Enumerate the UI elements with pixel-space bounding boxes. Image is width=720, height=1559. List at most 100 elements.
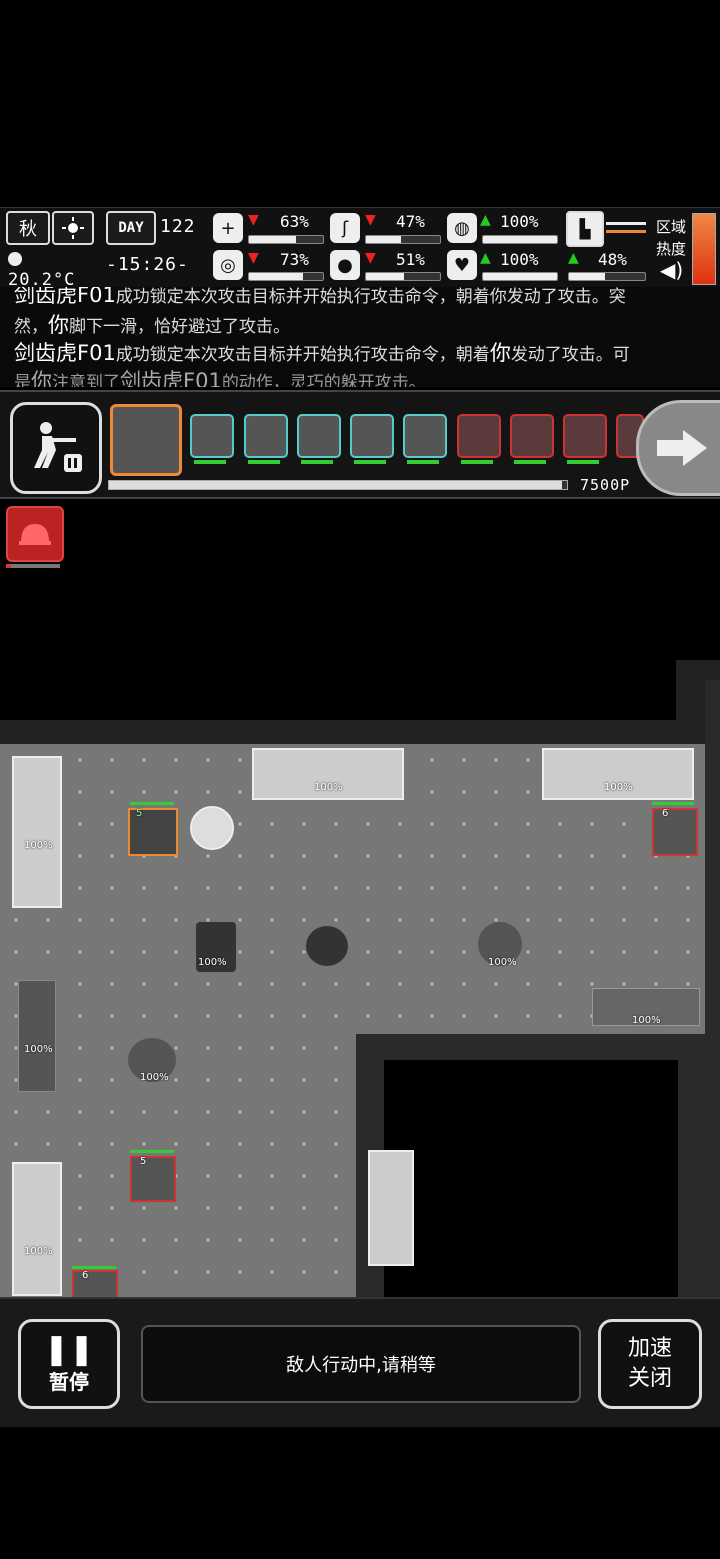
- brain-icon[interactable]: ◎: [213, 250, 243, 280]
- water-drop-icon[interactable]: ●: [330, 250, 360, 280]
- stamina-value: 48%: [598, 250, 627, 269]
- log-line-2: 然，你脚下一滑，恰好避过了攻击。: [14, 313, 290, 337]
- enemy-unit[interactable]: 5: [130, 1156, 176, 1202]
- sanity-bar: [248, 272, 324, 281]
- medkit-icon[interactable]: +: [213, 213, 243, 243]
- pause-button[interactable]: ❚❚ 暂停: [18, 1319, 120, 1409]
- log-line-3: 剑齿虎F01成功锁定本次攻击目标并开始执行攻击命令，朝着你发动了攻击。可: [14, 341, 630, 365]
- season-badge: 秋: [6, 211, 50, 245]
- enemy-hp-bar: [461, 460, 493, 464]
- health-value: 63%: [280, 212, 309, 231]
- enemy-portrait[interactable]: [563, 414, 607, 458]
- soldier-icon: [34, 422, 82, 472]
- bed[interactable]: [12, 1162, 62, 1296]
- immunity-value: 100%: [500, 212, 539, 231]
- ally-portrait[interactable]: [297, 414, 341, 458]
- ally-hp-bar: [407, 460, 439, 464]
- speed-state-label: 关闭: [627, 1366, 672, 1391]
- enemy-portrait[interactable]: [510, 414, 554, 458]
- heat-label: 热度: [656, 240, 687, 258]
- ally-portrait[interactable]: [350, 414, 394, 458]
- turn-status-text: 敌人行动中,请稍等: [286, 1355, 436, 1376]
- log-line-1: 剑齿虎F01成功锁定本次攻击目标并开始执行攻击命令，朝着你发动了攻击。突: [14, 287, 626, 307]
- log-line-4: 是你注意到了剑齿虎F01的动作，灵巧的躲开攻击。: [14, 369, 426, 387]
- down-arrow-icon: ▼: [365, 250, 376, 266]
- sanity-value: 73%: [280, 250, 309, 269]
- stance-line-orange: [606, 230, 646, 233]
- pause-icon: ❚❚: [43, 1331, 95, 1367]
- heart-icon[interactable]: ♥: [447, 250, 477, 280]
- enemy-hp-bar: [130, 1150, 174, 1153]
- helmet-status-icon[interactable]: [6, 506, 64, 562]
- arrow-right-icon: [657, 430, 707, 466]
- enemy-hp-bar: [652, 802, 694, 805]
- search-percent: 100%: [488, 957, 517, 968]
- action-points-value: 7500P: [580, 476, 631, 494]
- clock-time: -15:26-: [106, 254, 189, 275]
- search-percent: 100%: [604, 782, 633, 793]
- up-arrow-icon: ▲: [568, 250, 579, 266]
- ally-portrait[interactable]: [403, 414, 447, 458]
- down-arrow-icon: ▼: [248, 212, 259, 228]
- unit-level: 6: [662, 808, 669, 819]
- speed-label: 加速: [627, 1336, 672, 1361]
- search-percent: 100%: [314, 782, 343, 793]
- ally-hp-bar: [248, 460, 280, 464]
- day-label: DAY: [118, 220, 144, 236]
- thirst-bar: [365, 272, 441, 281]
- hunger-bar: [365, 235, 441, 244]
- heat-meter: [692, 213, 716, 285]
- sun-icon: [52, 211, 94, 245]
- enemy-hp-bar: [514, 460, 546, 464]
- search-percent: 100%: [24, 1044, 53, 1055]
- pill-icon[interactable]: ◍: [447, 213, 477, 243]
- next-turn-button[interactable]: [636, 400, 720, 496]
- turn-order-bar: 7500P: [0, 390, 720, 499]
- combat-log[interactable]: 剑齿虎F01成功锁定本次攻击目标并开始执行攻击命令，朝着你发动了攻击。突 然，你…: [0, 287, 720, 387]
- search-percent: 100%: [24, 1246, 53, 1257]
- enemy-hp-bar: [72, 1266, 116, 1269]
- bed[interactable]: [12, 756, 62, 908]
- mood-bar: [482, 272, 558, 281]
- day-number: 122: [160, 216, 196, 237]
- season-label: 秋: [19, 219, 37, 240]
- enemy-hp-bar: [567, 460, 599, 464]
- shooter-stance-button[interactable]: [10, 402, 102, 494]
- ally-hp-bar: [354, 460, 386, 464]
- action-points-bar: [108, 480, 568, 490]
- wall: [0, 720, 720, 744]
- speed-toggle-button[interactable]: 加速 关闭: [598, 1319, 702, 1409]
- enemy-unit[interactable]: 6: [72, 1270, 118, 1300]
- day-badge: DAY: [106, 211, 156, 245]
- cabinet[interactable]: [18, 980, 56, 1092]
- unit-level: 5: [140, 1156, 147, 1167]
- mood-value: 100%: [500, 250, 539, 269]
- search-percent: 100%: [198, 957, 227, 968]
- unexplored-area: [384, 1060, 678, 1300]
- ally-hp-bar: [301, 460, 333, 464]
- ally-portrait[interactable]: [190, 414, 234, 458]
- game-map[interactable]: 100% 100% 100% 100% 100% 100% 100% 100% …: [0, 660, 720, 1300]
- hunger-value: 47%: [396, 212, 425, 231]
- stamina-bar: [568, 272, 646, 281]
- enemy-unit[interactable]: 6: [652, 808, 698, 856]
- active-unit-portrait[interactable]: [110, 404, 182, 476]
- status-duration-bar: [6, 564, 60, 568]
- ally-hp-bar: [130, 802, 174, 805]
- player-avatar[interactable]: [190, 806, 234, 850]
- debris-pile[interactable]: [306, 926, 348, 966]
- thermometer-icon: [8, 252, 22, 266]
- speaker-icon[interactable]: ◀): [660, 258, 683, 282]
- down-arrow-icon: ▼: [365, 212, 376, 228]
- bed[interactable]: [368, 1150, 414, 1266]
- stomach-icon[interactable]: ʃ: [330, 213, 360, 243]
- up-arrow-icon: ▲: [480, 250, 491, 266]
- boot-icon[interactable]: ▙: [566, 211, 604, 247]
- ally-unit[interactable]: 5: [128, 808, 178, 856]
- down-arrow-icon: ▼: [248, 250, 259, 266]
- ally-portrait[interactable]: [244, 414, 288, 458]
- enemy-portrait[interactable]: [457, 414, 501, 458]
- health-bar: [248, 235, 324, 244]
- immunity-bar: [482, 235, 558, 244]
- temperature-readout: 20.2°C: [8, 248, 98, 290]
